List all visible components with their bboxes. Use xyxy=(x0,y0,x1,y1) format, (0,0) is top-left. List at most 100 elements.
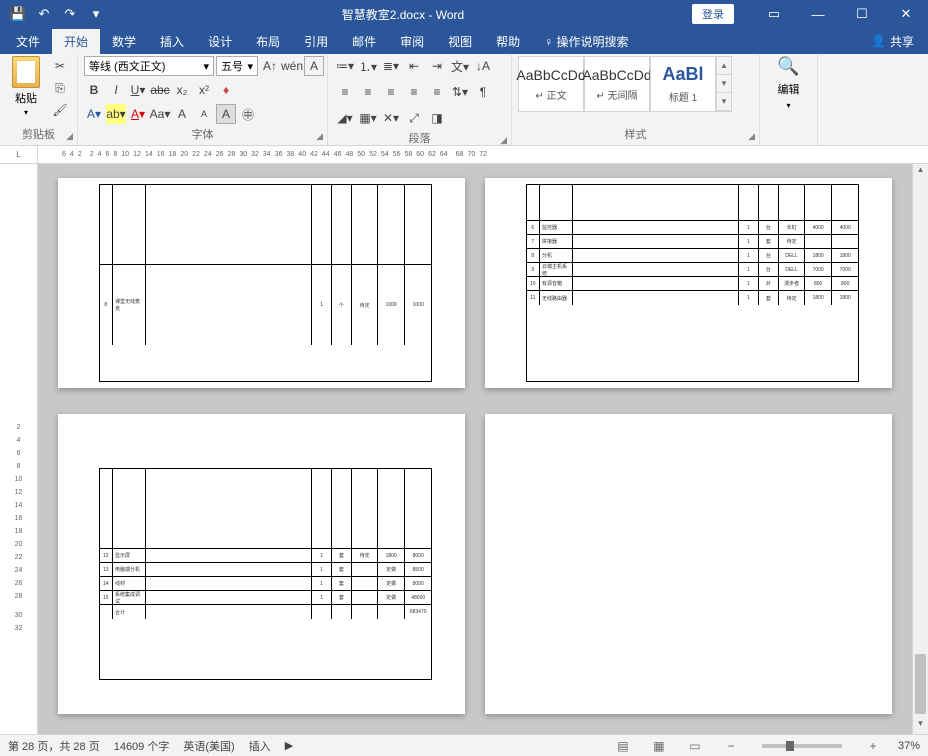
subscript-button[interactable]: x₂ xyxy=(172,80,192,100)
login-button[interactable]: 登录 xyxy=(692,4,734,24)
tab-review[interactable]: 审阅 xyxy=(388,29,436,54)
document-canvas[interactable]: 8课堂无线麦克1个待定10001000 6监控器1台长虹400040007拼接器… xyxy=(38,164,912,734)
change-case-button[interactable]: Aa▾ xyxy=(150,104,170,124)
save-button[interactable]: 💾 xyxy=(6,2,30,26)
print-layout-button[interactable]: ▦ xyxy=(648,737,670,755)
style-no-spacing[interactable]: AaBbCcDd ↵ 无间隔 xyxy=(584,56,650,112)
clear-format-button[interactable]: ♦ xyxy=(216,80,236,100)
line-spacing-button[interactable]: ⇅▾ xyxy=(449,82,471,102)
text-effects-button[interactable]: A▾ xyxy=(84,104,104,124)
grow-font2-button[interactable]: A xyxy=(172,104,192,124)
copy-button[interactable]: ⎘ xyxy=(50,78,70,98)
align-right-button[interactable]: ≡ xyxy=(380,82,402,102)
align-justify-button[interactable]: ≡ xyxy=(403,82,425,102)
tab-home[interactable]: 开始 xyxy=(52,29,100,54)
vertical-ruler[interactable]: 2468101214161820222426283032 xyxy=(0,164,38,734)
tab-references[interactable]: 引用 xyxy=(292,29,340,54)
char-border-button[interactable]: A xyxy=(304,56,324,76)
tab-layout[interactable]: 布局 xyxy=(244,29,292,54)
highlight-button[interactable]: ab▾ xyxy=(106,104,126,124)
clipboard-group-label: 剪贴板◢ xyxy=(6,126,71,143)
align-center-button[interactable]: ≡ xyxy=(357,82,379,102)
find-button[interactable]: 🔍 编辑 ▾ xyxy=(767,56,811,110)
grow-font-button[interactable]: A↑ xyxy=(260,56,280,76)
zoom-level[interactable]: 37% xyxy=(898,740,920,752)
show-marks-button[interactable]: ¶ xyxy=(472,82,494,102)
word-count[interactable]: 14609 个字 xyxy=(114,738,170,754)
undo-button[interactable]: ↶ xyxy=(32,2,56,26)
ribbon-options-button[interactable]: ▭ xyxy=(752,0,796,28)
redo-button[interactable]: ↷ xyxy=(58,2,82,26)
snap-button[interactable]: ✕▾ xyxy=(380,108,402,128)
strike-button[interactable]: abc xyxy=(150,80,170,100)
share-button[interactable]: 👤共享 xyxy=(861,29,924,54)
paste-button[interactable]: 粘贴 ▾ xyxy=(6,56,46,117)
multilevel-button[interactable]: ≣▾ xyxy=(380,56,402,76)
style-normal[interactable]: AaBbCcDd ↵ 正文 xyxy=(518,56,584,112)
styles-scroll[interactable]: ▴▾▾ xyxy=(716,56,732,112)
tab-help[interactable]: 帮助 xyxy=(484,29,532,54)
para-shade2-button[interactable]: ◨ xyxy=(426,108,448,128)
maximize-button[interactable]: ☐ xyxy=(840,0,884,28)
zoom-in-button[interactable]: + xyxy=(862,737,884,755)
window-title: 智慧教室2.docx - Word xyxy=(114,6,692,23)
horizontal-ruler[interactable]: 6422468101214161820222426283032343638404… xyxy=(38,146,928,163)
font-size-select[interactable]: 五号▾ xyxy=(216,56,258,76)
shading-button[interactable]: ◢▾ xyxy=(334,108,356,128)
font-launcher[interactable]: ◢ xyxy=(316,131,323,142)
tab-view[interactable]: 视图 xyxy=(436,29,484,54)
superscript-button[interactable]: x² xyxy=(194,80,214,100)
scroll-up-arrow[interactable]: ▴ xyxy=(913,164,928,180)
tab-insert[interactable]: 插入 xyxy=(148,29,196,54)
read-mode-button[interactable]: ▤ xyxy=(612,737,634,755)
cut-button[interactable]: ✂ xyxy=(50,56,70,76)
font-color-button[interactable]: A▾ xyxy=(128,104,148,124)
qat-customize[interactable]: ▾ xyxy=(84,2,108,26)
tab-file[interactable]: 文件 xyxy=(4,29,52,54)
minimize-button[interactable]: — xyxy=(796,0,840,28)
tab-selector[interactable]: L xyxy=(0,146,38,163)
para-sort-button[interactable]: ⤢ xyxy=(403,108,425,128)
bullets-button[interactable]: ≔▾ xyxy=(334,56,356,76)
close-button[interactable]: ✕ xyxy=(884,0,928,28)
distribute-button[interactable]: ≡ xyxy=(426,82,448,102)
vertical-scrollbar[interactable]: ▴ ▾ xyxy=(912,164,928,734)
macro-status[interactable]: ▶ xyxy=(285,739,293,752)
numbering-button[interactable]: ⒈▾ xyxy=(357,56,379,76)
style-heading1[interactable]: AaBl 标题 1 xyxy=(650,56,716,112)
insert-mode[interactable]: 插入 xyxy=(249,738,271,754)
zoom-out-button[interactable]: − xyxy=(720,737,742,755)
bold-button[interactable]: B xyxy=(84,80,104,100)
tell-me-search[interactable]: ♀ 操作说明搜索 xyxy=(532,29,640,54)
borders-button[interactable]: ▦▾ xyxy=(357,108,379,128)
shrink-font-button[interactable]: A xyxy=(194,104,214,124)
enclose-char-button[interactable]: ㊥ xyxy=(238,104,258,124)
pinyin-button[interactable]: wén xyxy=(282,56,302,76)
page-thumbnail: 8课堂无线麦克1个待定10001000 xyxy=(58,178,465,388)
asian-layout-button[interactable]: 文▾ xyxy=(449,56,471,76)
tab-design[interactable]: 设计 xyxy=(196,29,244,54)
increase-indent-button[interactable]: ⇥ xyxy=(426,56,448,76)
scroll-down-arrow[interactable]: ▾ xyxy=(913,718,928,734)
decrease-indent-button[interactable]: ⇤ xyxy=(403,56,425,76)
font-name-select[interactable]: 等线 (西文正文)▾ xyxy=(84,56,214,76)
char-shading-button[interactable]: A xyxy=(216,104,236,124)
italic-button[interactable]: I xyxy=(106,80,126,100)
scroll-thumb[interactable] xyxy=(915,654,926,714)
styles-group-label: 样式◢ xyxy=(518,126,753,143)
align-left-button[interactable]: ≡ xyxy=(334,82,356,102)
clipboard-launcher[interactable]: ◢ xyxy=(66,131,73,142)
language-status[interactable]: 英语(美国) xyxy=(183,738,234,754)
web-layout-button[interactable]: ▭ xyxy=(684,737,706,755)
tab-math[interactable]: 数学 xyxy=(100,29,148,54)
page-status[interactable]: 第 28 页，共 28 页 xyxy=(8,738,100,754)
format-painter-button[interactable]: 🖌 xyxy=(50,100,70,120)
clipboard-icon xyxy=(12,56,40,88)
sort-button[interactable]: ↓A xyxy=(472,56,494,76)
tab-mailings[interactable]: 邮件 xyxy=(340,29,388,54)
underline-button[interactable]: U▾ xyxy=(128,80,148,100)
zoom-slider[interactable] xyxy=(762,744,842,748)
paragraph-launcher[interactable]: ◢ xyxy=(500,135,507,146)
styles-launcher[interactable]: ◢ xyxy=(748,131,755,142)
styles-gallery[interactable]: AaBbCcDd ↵ 正文 AaBbCcDd ↵ 无间隔 AaBl 标题 1 ▴… xyxy=(518,56,732,112)
